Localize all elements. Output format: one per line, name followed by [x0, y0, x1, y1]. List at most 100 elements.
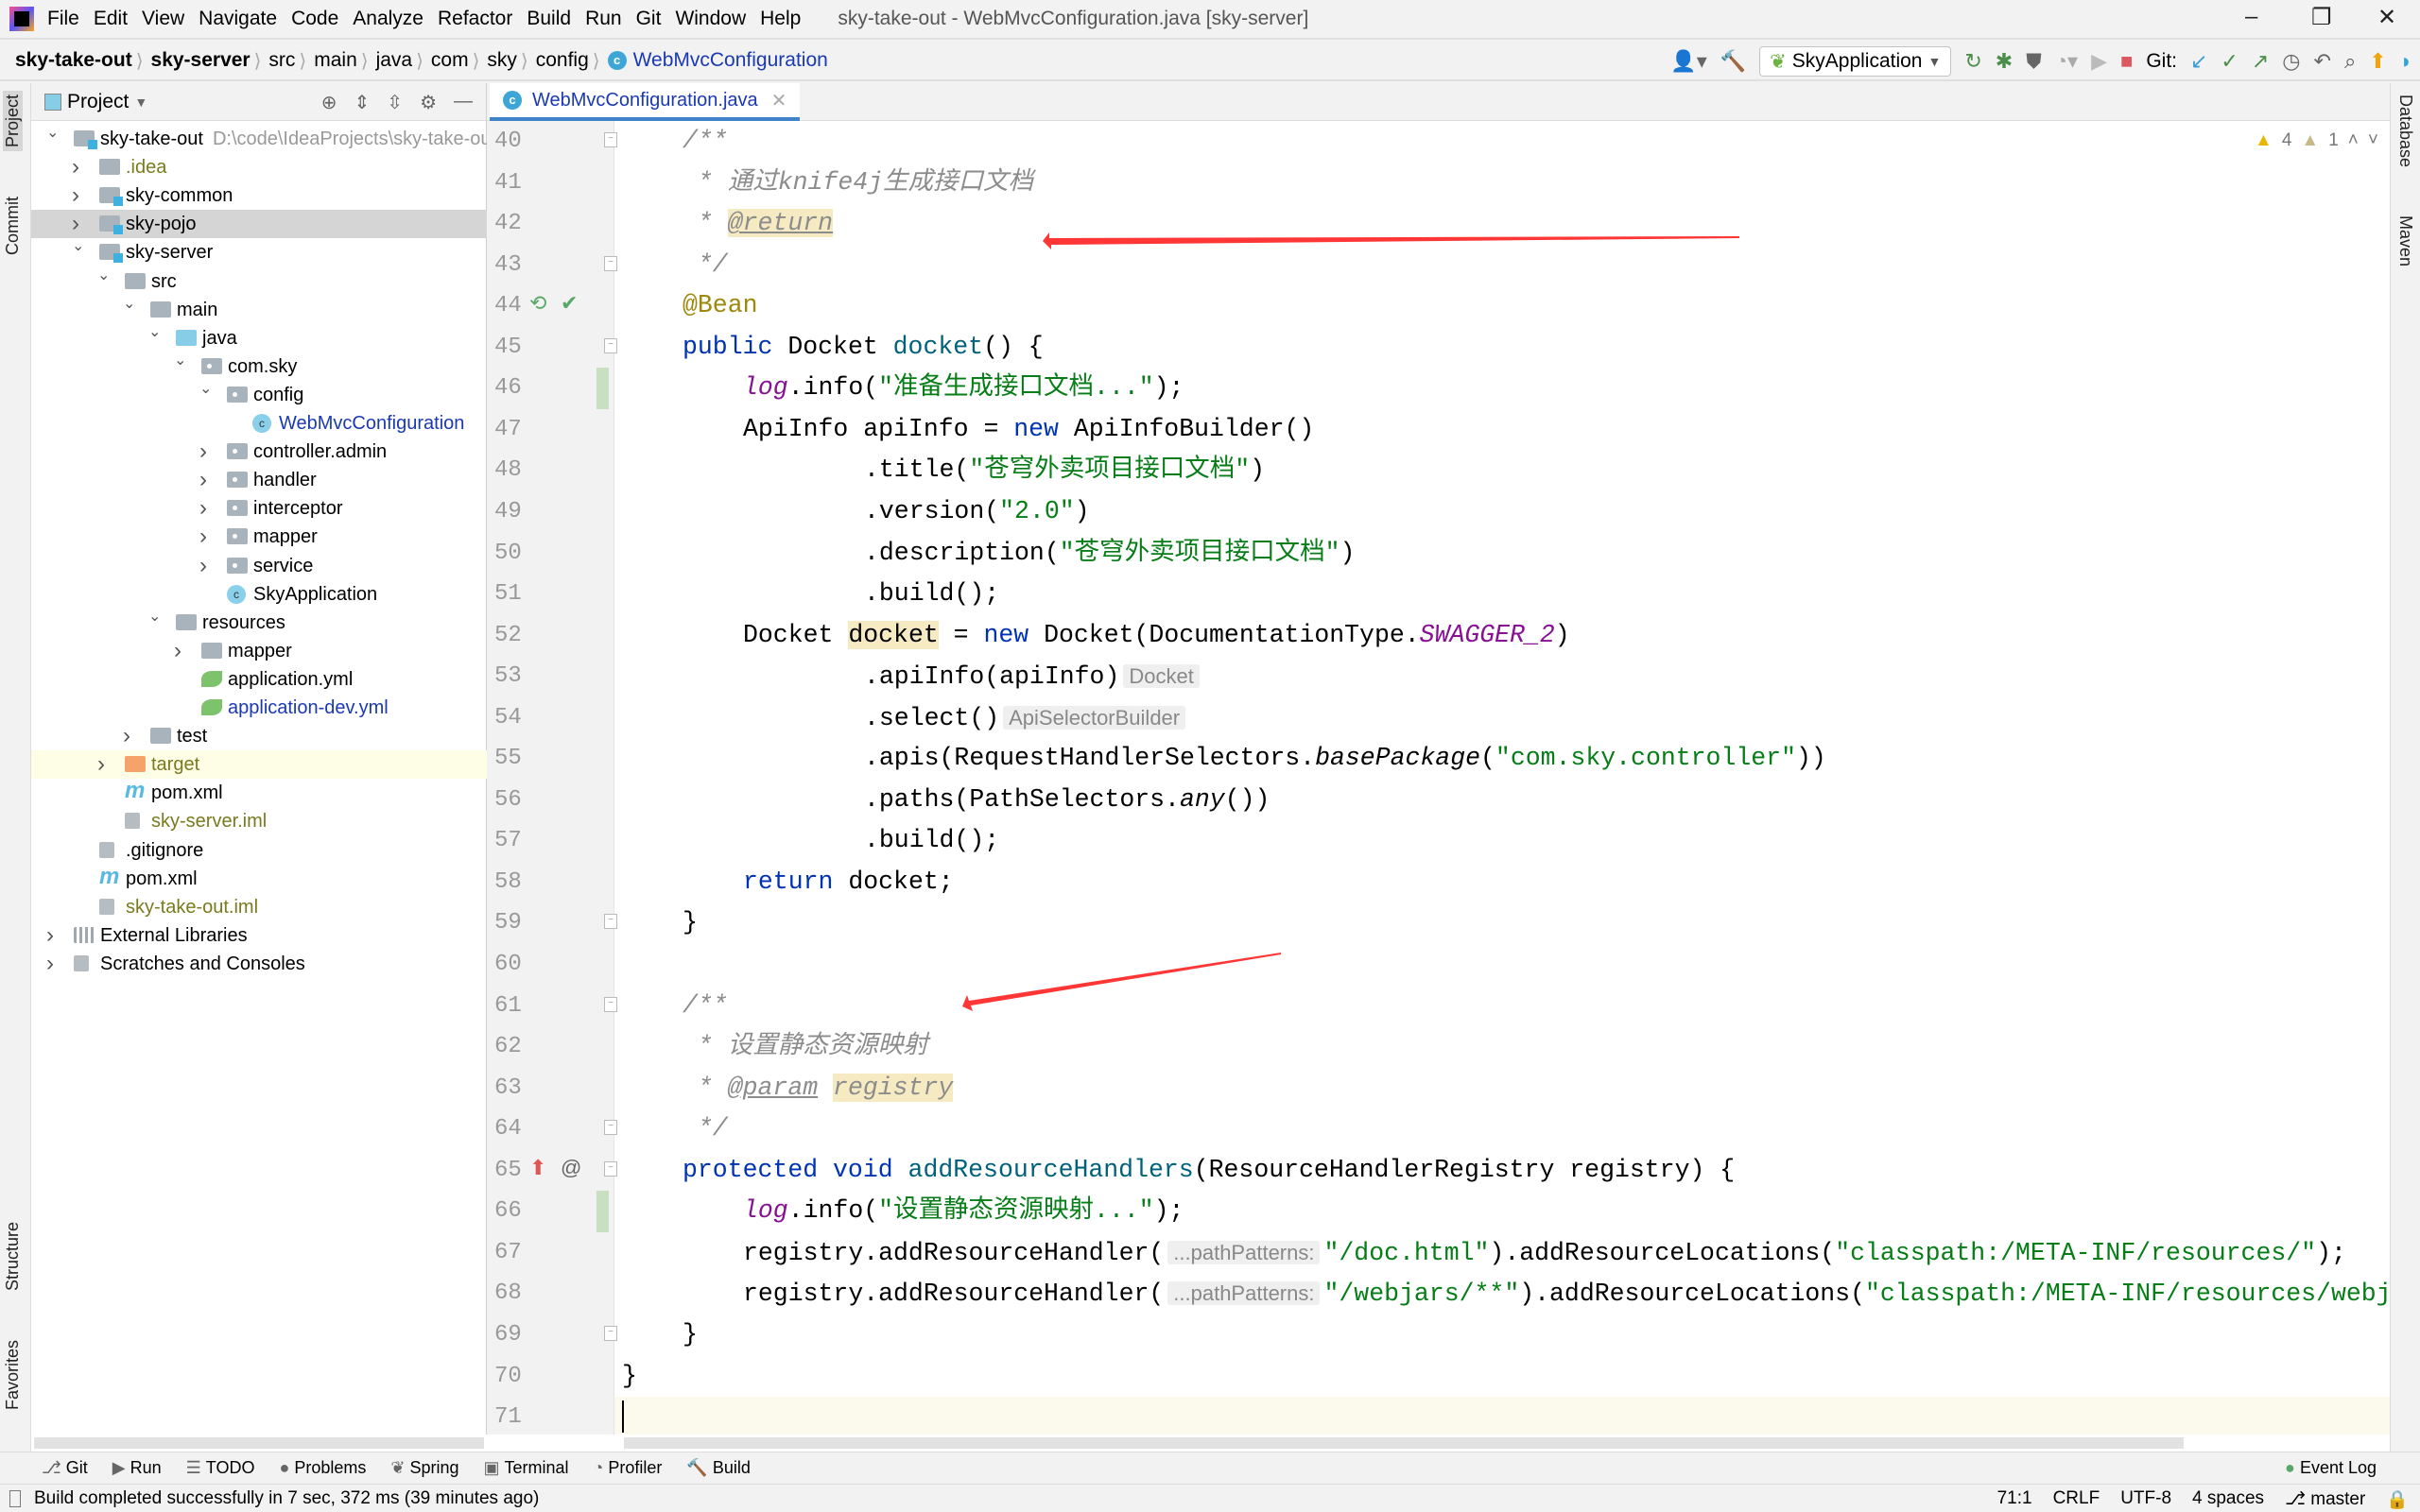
user-icon[interactable]: 👤▾ — [1670, 49, 1706, 74]
chevron-right-icon[interactable]: › — [199, 494, 207, 523]
file-encoding[interactable]: UTF-8 — [2120, 1488, 2171, 1511]
coverage-icon[interactable]: ⛊ — [2026, 49, 2042, 74]
chevron-right-icon[interactable]: › — [123, 722, 130, 750]
tree-item[interactable]: c SkyApplication — [31, 580, 487, 609]
breadcrumb-item[interactable]: main — [314, 49, 357, 72]
breadcrumb-item[interactable]: sky-server — [151, 49, 251, 72]
menu-code[interactable]: Code — [291, 8, 338, 30]
code-editor[interactable]: 40 41 42 43 44 45 46 47 48 49 50 51 52 53 54 55 56 57 58 59… — [487, 121, 2390, 1435]
collapse-all-icon[interactable]: ⇳ — [387, 91, 403, 114]
menu-edit[interactable]: Edit — [94, 8, 128, 30]
tool-button-profiler[interactable]: ◔ Profiler — [594, 1458, 663, 1478]
menu-view[interactable]: View — [142, 8, 184, 30]
chevron-right-icon[interactable]: › — [199, 552, 207, 580]
tree-item[interactable]: › sky-common — [31, 181, 487, 210]
editor-horizontal-scrollbar[interactable] — [487, 1435, 2390, 1452]
tool-tab-commit[interactable]: Commit — [3, 197, 23, 255]
status-message[interactable]: Build completed successfully in 7 sec, 3… — [34, 1488, 539, 1509]
git-branch[interactable]: ⎇ master — [2285, 1488, 2365, 1511]
tree-item[interactable]: m pom.xml — [31, 864, 487, 893]
tree-item[interactable]: ⌄ config — [31, 381, 487, 409]
run-icon[interactable]: ▶ — [2091, 49, 2107, 74]
tool-button-git[interactable]: ⎇ Git — [42, 1458, 88, 1478]
rollback-icon[interactable]: ↶ — [2314, 49, 2331, 74]
chevron-down-icon[interactable]: ⌄ — [199, 375, 212, 404]
stop-icon[interactable]: ■ — [2120, 49, 2133, 74]
breadcrumb-item[interactable]: com — [431, 49, 469, 72]
tool-tab-favorites[interactable]: Favorites — [3, 1340, 23, 1410]
chevron-down-icon[interactable]: ▼ — [134, 94, 147, 110]
lock-icon[interactable]: 🔒 — [2386, 1488, 2409, 1511]
build-hammer-icon[interactable]: 🔨 — [1720, 49, 1746, 74]
chevron-down-icon[interactable]: ⌄ — [148, 603, 161, 631]
chevron-down-icon[interactable]: ⌄ — [72, 232, 84, 261]
breadcrumb-item[interactable]: sky-take-out — [15, 49, 132, 72]
tree-item[interactable]: ⌄ resources — [31, 609, 487, 637]
tree-item[interactable]: .gitignore — [31, 836, 487, 865]
chevron-right-icon[interactable]: › — [199, 466, 207, 494]
tree-item[interactable]: › target — [31, 750, 487, 780]
tab-webmvcconfiguration[interactable]: c WebMvcConfiguration.java ✕ — [490, 83, 801, 121]
indent-setting[interactable]: 4 spaces — [2192, 1488, 2264, 1511]
tree-item[interactable]: › External Libraries — [31, 921, 487, 950]
tree-item[interactable]: › test — [31, 722, 487, 750]
chevron-right-icon[interactable]: › — [72, 181, 79, 210]
tree-item[interactable]: › interceptor — [31, 494, 487, 523]
close-window-button[interactable]: ✕ — [2377, 4, 2396, 31]
restore-button[interactable]: ❐ — [2311, 4, 2332, 31]
update-icon[interactable]: ⬆ — [2369, 49, 2386, 74]
tool-button-problems[interactable]: ● Problems — [279, 1458, 366, 1478]
run-configuration-select[interactable]: ❦ SkyApplication ▼ — [1759, 46, 1952, 77]
tool-button-todo[interactable]: ☰ TODO — [186, 1458, 255, 1478]
debug-icon[interactable]: ✱ — [1996, 49, 2013, 74]
tree-item[interactable]: sky-take-out.iml — [31, 893, 487, 921]
tool-tab-maven[interactable]: Maven — [2395, 215, 2415, 266]
event-log-button[interactable]: ● Event Log — [2285, 1458, 2377, 1478]
tree-item[interactable]: › mapper — [31, 523, 487, 551]
chevron-right-icon[interactable]: › — [174, 637, 182, 665]
tree-item[interactable]: › mapper — [31, 637, 487, 665]
tree-item[interactable]: ⌄ java — [31, 324, 487, 352]
tool-tab-structure[interactable]: Structure — [3, 1222, 23, 1291]
tool-button-terminal[interactable]: ▣ Terminal — [483, 1458, 568, 1478]
tool-button-run[interactable]: ▶ Run — [112, 1458, 162, 1478]
project-horizontal-scrollbar[interactable] — [31, 1435, 487, 1452]
project-view-select[interactable]: Project — [67, 91, 129, 113]
gear-icon[interactable]: ⚙ — [420, 91, 437, 114]
chevron-right-icon[interactable]: › — [199, 523, 207, 551]
chevron-right-icon[interactable]: › — [97, 750, 105, 779]
tree-item[interactable]: application.yml — [31, 665, 487, 694]
locate-icon[interactable]: ⊕ — [321, 91, 337, 114]
chevron-down-icon[interactable]: ⌄ — [123, 290, 135, 318]
tree-item[interactable]: ⌄ main — [31, 296, 487, 324]
tree-item[interactable]: › controller.admin — [31, 438, 487, 466]
caret-position[interactable]: 71:1 — [1997, 1488, 2032, 1511]
rerun-icon[interactable]: ↻ — [1964, 49, 1981, 74]
tree-item[interactable]: › sky-pojo — [31, 210, 487, 239]
menu-build[interactable]: Build — [527, 8, 571, 30]
tree-item[interactable]: application-dev.yml — [31, 694, 487, 722]
menu-navigate[interactable]: Navigate — [199, 8, 277, 30]
tree-item[interactable]: ⌄ src — [31, 267, 487, 296]
status-toggle-icon[interactable] — [9, 1489, 21, 1507]
profile-icon[interactable]: ◔▾ — [2055, 49, 2078, 74]
minimize-button[interactable]: – — [2245, 4, 2257, 30]
tree-item[interactable]: ⌄ sky-take-out D:\code\IdeaProjects\sky-ta… — [31, 125, 496, 153]
breadcrumb-item[interactable]: src — [268, 49, 295, 72]
menu-window[interactable]: Window — [675, 8, 746, 30]
hide-icon[interactable]: — — [454, 91, 473, 114]
breadcrumb-item[interactable]: sky — [487, 49, 517, 72]
tree-item[interactable]: › Scratches and Consoles — [31, 950, 487, 978]
breadcrumb-item[interactable]: java — [376, 49, 413, 72]
tree-item[interactable]: ⌄ com.sky — [31, 352, 487, 381]
menu-help[interactable]: Help — [760, 8, 801, 30]
breadcrumb-item[interactable]: config — [536, 49, 589, 72]
tree-item[interactable]: › service — [31, 552, 487, 580]
plugin-icon[interactable]: ◗ — [2400, 49, 2412, 74]
chevron-down-icon[interactable]: ⌄ — [174, 347, 186, 375]
menu-refactor[interactable]: Refactor — [438, 8, 512, 30]
chevron-down-icon[interactable]: ⌄ — [46, 119, 59, 147]
git-commit-icon[interactable]: ✓ — [2221, 49, 2238, 74]
tool-tab-project[interactable]: Project — [3, 91, 23, 152]
chevron-right-icon[interactable]: › — [72, 153, 79, 181]
